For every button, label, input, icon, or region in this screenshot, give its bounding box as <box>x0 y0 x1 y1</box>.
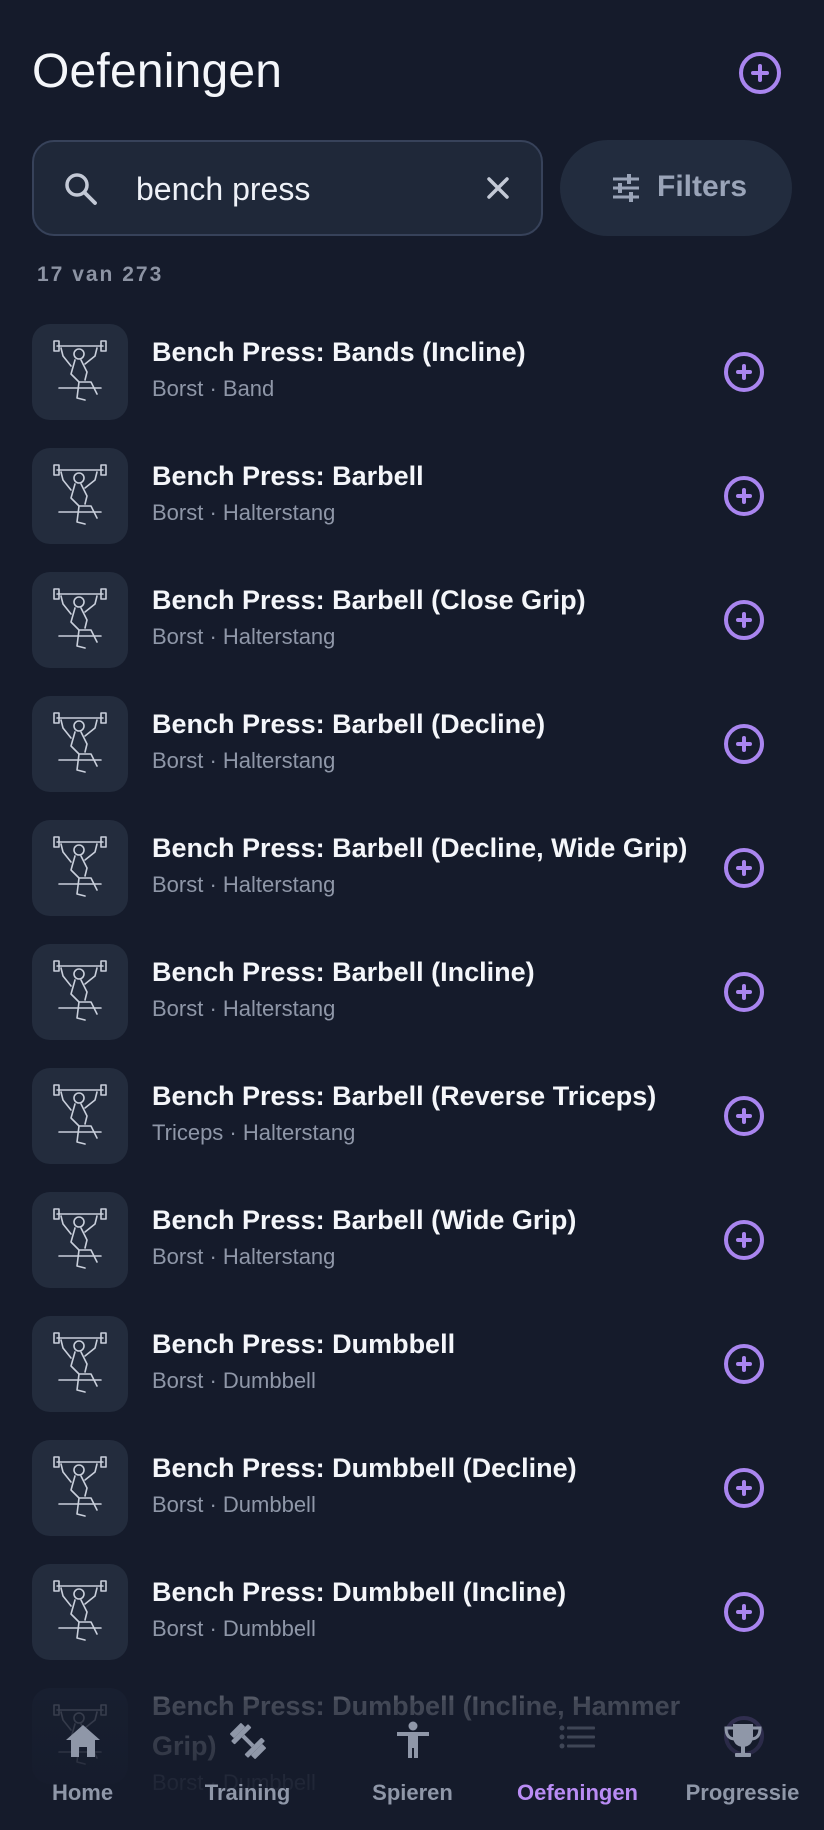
filters-label: Filters <box>657 170 748 203</box>
exercise-thumbnail <box>32 696 128 792</box>
person-icon <box>397 1721 429 1758</box>
add-to-workout-button[interactable] <box>724 600 764 640</box>
list-icon <box>559 1725 595 1749</box>
exercise-list-item[interactable]: Bench Press: Barbell (Decline, Wide Grip… <box>0 806 824 930</box>
exercise-list-item[interactable]: Bench Press: Barbell (Wide Grip) Borst · … <box>0 1178 824 1302</box>
exercise-thumbnail <box>32 572 128 668</box>
exercise-name: Bench Press: Bands (Incline) <box>152 337 526 367</box>
close-icon[interactable] <box>482 172 514 204</box>
add-exercise-button[interactable] <box>739 52 781 94</box>
exercise-name: Bench Press: Barbell (Incline) <box>152 957 535 987</box>
add-to-workout-button[interactable] <box>724 1468 764 1508</box>
page-title: Oefeningen <box>32 45 283 98</box>
exercise-thumbnail <box>32 820 128 916</box>
exercise-thumbnail <box>32 1316 128 1412</box>
exercise-list-item[interactable]: Bench Press: Barbell (Reverse Triceps) Tr… <box>0 1054 824 1178</box>
nav-progress[interactable]: Progressie <box>660 1700 824 1830</box>
nav-label: Progressie <box>685 1780 800 1805</box>
exercise-subtitle: Borst · Band <box>152 376 275 401</box>
add-to-workout-button[interactable] <box>724 1592 764 1632</box>
dumbbell-icon <box>230 1723 266 1759</box>
exercise-thumbnail <box>32 448 128 544</box>
exercise-list-item[interactable]: Bench Press: Barbell (Decline) Borst · Ha… <box>0 682 824 806</box>
add-to-workout-button[interactable] <box>724 1220 764 1260</box>
exercise-list-item[interactable]: Bench Press: Dumbbell (Decline) Borst · D… <box>0 1426 824 1550</box>
exercise-subtitle: Borst · Halterstang <box>152 500 336 525</box>
exercise-list: Bench Press: Bands (Incline) Borst · Band… <box>0 310 824 1798</box>
exercise-subtitle: Borst · Halterstang <box>152 624 336 649</box>
exercise-illustration-icon <box>53 464 107 525</box>
exercise-list-item[interactable]: Bench Press: Barbell (Close Grip) Borst ·… <box>0 558 824 682</box>
exercise-illustration-icon <box>53 836 107 897</box>
exercise-illustration-icon <box>53 340 107 401</box>
exercise-name: Bench Press: Dumbbell (Incline) <box>152 1577 567 1607</box>
exercise-illustration-icon <box>53 1580 107 1641</box>
exercise-list-item[interactable]: Bench Press: Barbell (Incline) Borst · Ha… <box>0 930 824 1054</box>
nav-training[interactable]: Training <box>165 1700 330 1830</box>
filters-button[interactable]: Filters <box>560 140 792 236</box>
add-to-workout-button[interactable] <box>724 476 764 516</box>
exercise-subtitle: Borst · Dumbbell <box>152 1492 316 1517</box>
exercise-illustration-icon <box>53 712 107 773</box>
home-icon <box>66 1725 100 1757</box>
exercise-list-item[interactable]: Bench Press: Dumbbell Borst · Dumbbell <box>0 1302 824 1426</box>
trophy-icon <box>724 1724 762 1757</box>
exercise-thumbnail <box>32 1440 128 1536</box>
exercise-thumbnail <box>32 324 128 420</box>
exercise-name: Bench Press: Barbell <box>152 461 424 491</box>
exercise-thumbnail <box>32 1192 128 1288</box>
add-to-workout-button[interactable] <box>724 972 764 1012</box>
add-to-workout-button[interactable] <box>724 724 764 764</box>
search-box[interactable] <box>32 140 543 236</box>
exercise-illustration-icon <box>53 1332 107 1393</box>
exercise-subtitle: Triceps · Halterstang <box>152 1120 356 1145</box>
nav-label: Home <box>51 1780 114 1805</box>
exercise-illustration-icon <box>53 1456 107 1517</box>
exercise-illustration-icon <box>53 960 107 1021</box>
nav-label: Oefeningen <box>516 1780 638 1805</box>
exercise-name: Bench Press: Dumbbell (Decline) <box>152 1453 577 1483</box>
exercise-list-item[interactable]: Bench Press: Bands (Incline) Borst · Band <box>0 310 824 434</box>
exercises-screen: Oefeningen Filters 17 van 273 Bench Pres… <box>0 0 824 1830</box>
nav-muscles[interactable]: Spieren <box>330 1700 495 1830</box>
exercise-illustration-icon <box>53 1208 107 1269</box>
nav-home[interactable]: Home <box>0 1700 165 1830</box>
bottom-nav: Home Training Spieren Oefeningen Progres… <box>0 1700 824 1830</box>
exercise-thumbnail <box>32 1564 128 1660</box>
search-icon <box>65 173 97 205</box>
exercise-subtitle: Borst · Halterstang <box>152 996 336 1021</box>
add-to-workout-button[interactable] <box>724 352 764 392</box>
exercise-subtitle: Borst · Halterstang <box>152 872 336 897</box>
nav-label: Training <box>204 1780 291 1805</box>
exercise-name: Bench Press: Barbell (Wide Grip) <box>152 1205 577 1235</box>
exercise-name: Bench Press: Barbell (Decline, Wide Grip… <box>152 833 688 863</box>
add-to-workout-button[interactable] <box>724 848 764 888</box>
exercise-name: Bench Press: Barbell (Reverse Triceps) <box>152 1081 657 1111</box>
exercise-illustration-icon <box>53 1084 107 1145</box>
exercise-subtitle: Borst · Halterstang <box>152 748 336 773</box>
nav-label: Spieren <box>372 1780 453 1805</box>
exercise-name: Bench Press: Barbell (Decline) <box>152 709 546 739</box>
sliders-icon <box>613 174 639 202</box>
exercise-list-item[interactable]: Bench Press: Dumbbell (Incline) Borst · D… <box>0 1550 824 1674</box>
add-to-workout-button[interactable] <box>724 1344 764 1384</box>
exercise-thumbnail <box>32 944 128 1040</box>
exercise-thumbnail <box>32 1068 128 1164</box>
exercise-illustration-icon <box>53 588 107 649</box>
search-input[interactable] <box>136 164 396 214</box>
exercise-subtitle: Borst · Dumbbell <box>152 1368 316 1393</box>
exercise-subtitle: Borst · Halterstang <box>152 1244 336 1269</box>
nav-exercises[interactable]: Oefeningen <box>495 1700 660 1830</box>
header: Oefeningen <box>0 0 824 140</box>
exercise-list-item[interactable]: Bench Press: Barbell Borst · Halterstang <box>0 434 824 558</box>
exercise-subtitle: Borst · Dumbbell <box>152 1616 316 1641</box>
exercise-name: Bench Press: Dumbbell <box>152 1329 456 1359</box>
exercise-name: Bench Press: Barbell (Close Grip) <box>152 585 586 615</box>
result-count: 17 van 273 <box>37 263 164 286</box>
add-to-workout-button[interactable] <box>724 1096 764 1136</box>
